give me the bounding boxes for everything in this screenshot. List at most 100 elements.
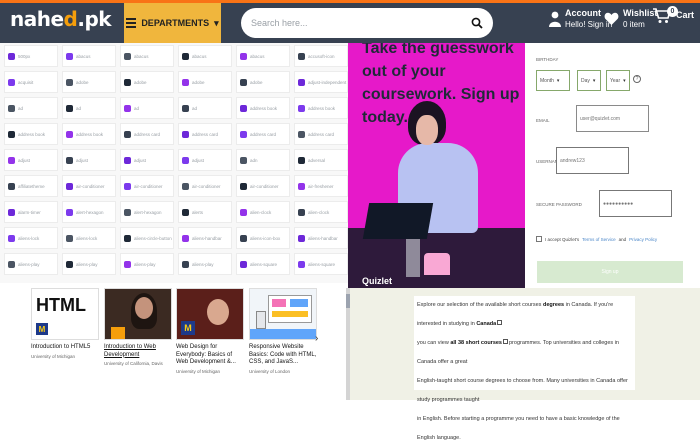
icon-grid-item[interactable]: aliens-play [178, 253, 232, 275]
icon-grid-item[interactable]: air-conditioner [178, 175, 232, 197]
icon-grid-item[interactable]: alert-hexagon [120, 201, 174, 223]
icon-grid-item[interactable]: abacus [178, 45, 232, 67]
icon-grid-item[interactable]: abacus [120, 45, 174, 67]
icon-grid-item[interactable]: address card [120, 123, 174, 145]
icon-grid-item[interactable]: aliens-lock [4, 227, 58, 249]
grid-item-icon [8, 130, 15, 138]
icon-grid-item[interactable]: adobe [120, 71, 174, 93]
username-field[interactable] [556, 147, 629, 174]
year-select[interactable]: Year ▾ [606, 70, 630, 91]
site-logo[interactable]: nahed.pk [10, 7, 112, 31]
icon-grid-item[interactable]: abacus [236, 45, 290, 67]
grid-item-icon [240, 156, 247, 164]
privacy-link[interactable]: Privacy Policy [629, 237, 657, 242]
icon-grid-item[interactable]: adobe [178, 71, 232, 93]
grid-item-label: accusoft-icon [308, 53, 335, 59]
password-field[interactable] [599, 190, 672, 217]
icon-grid-item[interactable]: air-conditioner [236, 175, 290, 197]
icon-grid-item[interactable]: aliens-play [120, 253, 174, 275]
course-title[interactable]: Introduction to Web Development [104, 344, 172, 359]
all-courses-link[interactable]: all 38 short courses [450, 340, 502, 346]
icon-grid-item[interactable]: adjust [178, 149, 232, 171]
month-select[interactable]: Month ▾ [536, 70, 570, 91]
icon-grid-item[interactable]: abacus [62, 45, 116, 67]
icon-grid-item[interactable]: adobe [62, 71, 116, 93]
grid-item-label: abacus [192, 53, 207, 59]
icon-grid-item[interactable]: adjust-independent [294, 71, 348, 93]
icon-grid-item[interactable]: affiliatetheme [4, 175, 58, 197]
search-input[interactable] [251, 13, 461, 33]
icon-grid-item[interactable]: alien-clock [294, 201, 348, 223]
icon-grid-item[interactable]: address card [236, 123, 290, 145]
grid-item-icon [66, 156, 73, 164]
birthday-label: BIRTHDAY [536, 57, 559, 62]
terms-checkbox[interactable] [536, 236, 542, 242]
icon-grid-item[interactable]: adversal [294, 149, 348, 171]
departments-button[interactable]: DEPARTMENTS ▾ [124, 3, 221, 43]
icon-grid-item[interactable]: ad [62, 97, 116, 119]
icon-grid-item[interactable]: air-freshener [294, 175, 348, 197]
icon-grid-item[interactable]: aliens-play [62, 253, 116, 275]
icon-grid-item[interactable]: accusoft-icon [294, 45, 348, 67]
icon-grid-item[interactable]: aliens-circle-button [120, 227, 174, 249]
icon-grid-item[interactable]: aliens-handbar [178, 227, 232, 249]
email-field[interactable] [576, 105, 649, 132]
signup-button[interactable]: Sign up [537, 261, 683, 283]
icon-grid-item[interactable]: aliens-square [236, 253, 290, 275]
course-provider: University of Michigan [176, 368, 221, 374]
help-icon[interactable]: ? [633, 75, 641, 83]
icon-grid-item[interactable]: aliens-icon-box [236, 227, 290, 249]
grid-item-label: aliens-handbar [192, 235, 222, 241]
icon-grid-item[interactable]: 500px [4, 45, 58, 67]
cart-link[interactable]: 0 Cart [652, 6, 694, 24]
grid-item-icon [240, 104, 247, 112]
icon-grid-item[interactable]: ad [178, 97, 232, 119]
icon-grid-item[interactable]: alarm-timer [4, 201, 58, 223]
icon-grid-item[interactable]: address book [294, 97, 348, 119]
icon-grid-item[interactable]: adjust [62, 149, 116, 171]
grid-item-label: aliens-circle-button [134, 235, 172, 241]
icon-grid-item[interactable]: alert-hexagon [62, 201, 116, 223]
icon-grid-item[interactable]: alien-clock [236, 201, 290, 223]
search-button[interactable] [465, 11, 489, 35]
wishlist-link[interactable]: Wishlist 0 item [604, 8, 657, 30]
icon-grid-item[interactable]: ad [120, 97, 174, 119]
grid-item-label: air-conditioner [192, 183, 221, 189]
terms-link[interactable]: Terms of Service [582, 237, 616, 242]
icon-grid-item[interactable]: acquisit [4, 71, 58, 93]
icon-grid-item[interactable]: adn [236, 149, 290, 171]
grid-item-label: alert-hexagon [134, 209, 162, 215]
icon-grid-item[interactable]: aliens-square [294, 253, 348, 275]
course-title[interactable]: Introduction to HTML5 [31, 344, 99, 352]
chevron-right-icon[interactable]: › [315, 333, 318, 344]
icon-grid-item[interactable]: adjust [4, 149, 58, 171]
account-link[interactable]: Account Hello! Sign in [549, 8, 612, 30]
grid-item-icon [298, 208, 305, 216]
grid-item-label: air-conditioner [134, 183, 163, 189]
icon-grid-item[interactable]: air-conditioner [120, 175, 174, 197]
course-card[interactable]: HTML M Introduction to HTML5 University … [31, 288, 99, 359]
grid-item-label: alien-clock [308, 209, 330, 215]
icon-grid-item[interactable]: address book [236, 97, 290, 119]
icon-grid-item[interactable]: address card [178, 123, 232, 145]
icon-grid-item[interactable]: address book [62, 123, 116, 145]
course-card[interactable]: Introduction to Web Development Universi… [104, 288, 172, 366]
password-label: SECURE PASSWORD [536, 202, 582, 207]
grid-item-label: adobe [192, 79, 205, 85]
icon-grid-item[interactable]: aliens-play [4, 253, 58, 275]
icon-grid-item[interactable]: adjust [120, 149, 174, 171]
course-title[interactable]: Responsive Website Basics: Code with HTM… [249, 344, 317, 367]
icon-grid-item[interactable]: adobe [236, 71, 290, 93]
course-card[interactable]: M Web Design for Everybody: Basics of We… [176, 288, 244, 374]
icon-grid-item[interactable]: air-conditioner [62, 175, 116, 197]
icon-grid-item[interactable]: address book [4, 123, 58, 145]
course-card[interactable]: Responsive Website Basics: Code with HTM… [249, 288, 317, 374]
day-select[interactable]: Day ▾ [577, 70, 601, 91]
icon-grid-item[interactable]: alerts [178, 201, 232, 223]
grid-item-icon [8, 260, 15, 268]
icon-grid-item[interactable]: aliens-handbar [294, 227, 348, 249]
course-title[interactable]: Web Design for Everybody: Basics of Web … [176, 344, 244, 367]
icon-grid-item[interactable]: aliens-lock [62, 227, 116, 249]
icon-grid-item[interactable]: ad [4, 97, 58, 119]
icon-grid-item[interactable]: address card [294, 123, 348, 145]
